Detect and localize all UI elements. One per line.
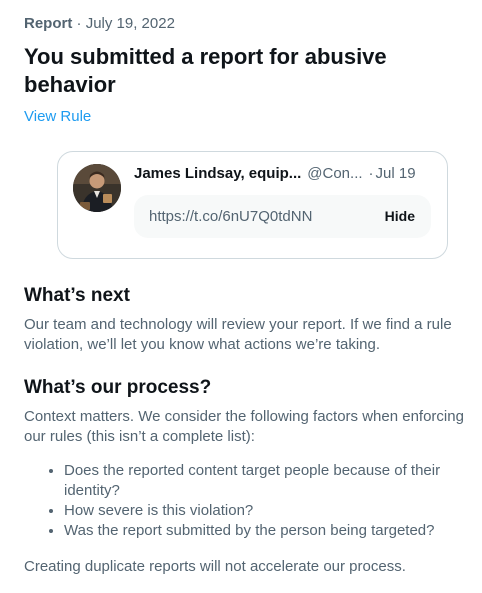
view-rule-link[interactable]: View Rule — [24, 108, 91, 125]
date-separator: · — [368, 165, 374, 182]
report-date: July 19, 2022 — [85, 15, 175, 32]
whats-next-heading: What’s next — [24, 285, 130, 306]
list-item: Was the report submitted by the person b… — [64, 521, 464, 541]
page-title: You submitted a report for abusive behav… — [24, 44, 387, 97]
meta-separator: · — [76, 15, 82, 32]
author-handle[interactable]: @Con... — [307, 165, 362, 182]
whats-next-body: Our team and technology will review your… — [24, 316, 452, 353]
process-footer: Creating duplicate reports will not acce… — [24, 558, 406, 575]
reported-tweet-card[interactable]: James Lindsay, equip... @Con... · Jul 19 ht… — [57, 151, 448, 259]
process-heading: What’s our process? — [24, 377, 212, 398]
list-item: Does the reported content target people … — [64, 461, 464, 501]
tweet-link[interactable]: https://t.co/6nU7Q0tdNN — [149, 208, 312, 225]
process-intro: Context matters. We consider the followi… — [24, 408, 464, 445]
report-meta: Report · July 19, 2022 — [24, 15, 175, 32]
hide-button[interactable]: Hide — [385, 208, 415, 224]
tweet-header: James Lindsay, equip... @Con... · Jul 19 — [134, 165, 416, 182]
avatar[interactable] — [73, 164, 121, 212]
tweet-date[interactable]: Jul 19 — [376, 165, 416, 182]
factors-list: Does the reported content target people … — [24, 461, 464, 541]
report-label: Report — [24, 15, 73, 32]
avatar-image — [73, 164, 121, 212]
report-detail-page: Report · July 19, 2022 You submitted a r… — [0, 0, 482, 593]
author-name[interactable]: James Lindsay, equip... — [134, 165, 301, 182]
tweet-content-box: https://t.co/6nU7Q0tdNN Hide — [134, 195, 431, 238]
list-item: How severe is this violation? — [64, 501, 464, 521]
